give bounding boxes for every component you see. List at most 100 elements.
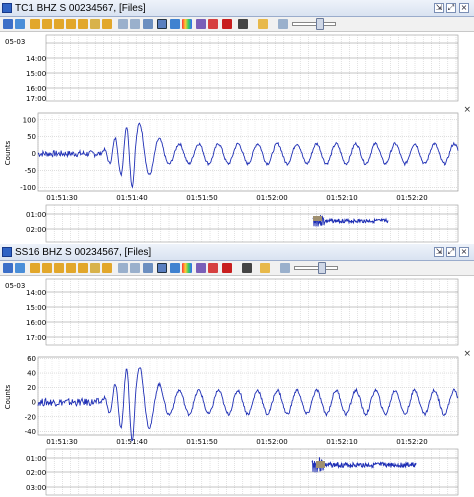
- panel-title: TC1 BHZ S 00234567, [Files]: [15, 3, 146, 14]
- y-tick-label: -50: [25, 167, 36, 175]
- fast-forward-icon[interactable]: [78, 263, 88, 273]
- forward-icon[interactable]: [66, 19, 76, 29]
- helicorder-time: 15:00: [26, 70, 46, 78]
- settings-icon[interactable]: [278, 19, 288, 29]
- forward-icon[interactable]: [66, 263, 76, 273]
- x-tick-label: 01:51:30: [46, 438, 77, 446]
- settings-icon[interactable]: [280, 263, 290, 273]
- color-icon[interactable]: [208, 19, 218, 29]
- refresh-icon[interactable]: [15, 19, 25, 29]
- hourglass-icon[interactable]: [90, 263, 100, 273]
- selection-marker[interactable]: [313, 216, 322, 221]
- hourglass-icon[interactable]: [90, 19, 100, 29]
- refresh-icon[interactable]: [15, 263, 25, 273]
- export-icon[interactable]: [3, 19, 13, 29]
- spectrum-icon[interactable]: [170, 263, 180, 273]
- seismogram-panel-2: SS16 BHZ S 00234567, [Files] ⇲ ⤢ × 05-03…: [0, 244, 474, 497]
- overview-time: 03:00: [26, 484, 46, 492]
- export-icon[interactable]: [3, 263, 13, 273]
- tag-icon[interactable]: [260, 263, 270, 273]
- x-tick-label: 01:51:50: [186, 438, 217, 446]
- x-tick-label: 01:52:00: [256, 194, 287, 202]
- helicorder-time: 15:00: [26, 304, 46, 312]
- y-tick-label: -40: [25, 428, 36, 436]
- helicorder-time: 16:00: [26, 85, 46, 93]
- trace-plot: × 100 50 0 -50 -100 01:51:30 01:51:40 01:51:50…: [0, 103, 474, 203]
- seismogram-panel-1: TC1 BHZ S 00234567, [Files] ⇲ ⤢ × 05-03 …: [0, 0, 474, 244]
- overview-time: 01:00: [26, 211, 46, 219]
- y-tick-label: 100: [23, 116, 36, 124]
- spectrogram-icon[interactable]: [182, 263, 192, 273]
- spectrum-icon[interactable]: [170, 19, 180, 29]
- tag-icon[interactable]: [258, 19, 268, 29]
- helicorder-time: 14:00: [26, 289, 46, 297]
- y-tick-label: 0: [32, 399, 36, 407]
- rewind-icon[interactable]: [42, 19, 52, 29]
- close-trace-icon[interactable]: ×: [463, 349, 471, 359]
- dock-button[interactable]: ⇲: [434, 3, 444, 13]
- gain-slider[interactable]: [294, 266, 338, 270]
- helicorder-time: 17:00: [26, 334, 46, 342]
- fast-forward-icon[interactable]: [78, 19, 88, 29]
- overview-plot: 01:00 02:00: [0, 203, 474, 244]
- pick-icon[interactable]: [242, 263, 252, 273]
- y-tick-label: -100: [20, 184, 36, 192]
- helicorder-plot: 05-03 14:00 15:00 16:00 17:00: [0, 33, 474, 103]
- last-icon[interactable]: [102, 19, 112, 29]
- x-tick-label: 01:52:20: [396, 438, 427, 446]
- helicorder-time: 16:00: [26, 319, 46, 327]
- first-icon[interactable]: [30, 19, 40, 29]
- close-button[interactable]: ×: [459, 3, 469, 13]
- color-icon[interactable]: [208, 263, 218, 273]
- window-icon: [2, 3, 12, 13]
- overview-plot: 01:00 02:00 03:00: [0, 447, 474, 497]
- selection-marker[interactable]: [316, 461, 325, 468]
- last-icon[interactable]: [102, 263, 112, 273]
- filter-icon[interactable]: [196, 263, 206, 273]
- x-tick-label: 01:51:40: [116, 194, 147, 202]
- x-axis: 01:51:30 01:51:40 01:51:50 01:52:00 01:52:10…: [46, 194, 427, 202]
- overview-time: 02:00: [26, 469, 46, 477]
- gain-slider-thumb[interactable]: [316, 18, 324, 30]
- zoom-in-icon[interactable]: [118, 263, 128, 273]
- panel-titlebar: SS16 BHZ S 00234567, [Files] ⇲ ⤢ ×: [0, 244, 474, 261]
- fit-icon[interactable]: [157, 263, 167, 273]
- zoom-in-icon[interactable]: [118, 19, 128, 29]
- zoom-box-icon[interactable]: [143, 263, 153, 273]
- helicorder-plot: 05-03 14:00 15:00 16:00 17:00: [0, 277, 474, 347]
- gain-slider-thumb[interactable]: [318, 262, 326, 274]
- y-axis-label: Counts: [4, 140, 12, 165]
- helicorder-frame: [45, 34, 459, 102]
- y-tick-label: -20: [25, 413, 36, 421]
- spectrogram-icon[interactable]: [182, 19, 192, 29]
- trace-plot: × 60 40 20 0 -20 -40 01:51:30 01:51:40 01:51:50…: [0, 347, 474, 447]
- delete-icon[interactable]: [222, 263, 232, 273]
- helicorder-frame: [45, 278, 459, 346]
- delete-icon[interactable]: [222, 19, 232, 29]
- pick-icon[interactable]: [238, 19, 248, 29]
- y-axis: 100 50 0 -50 -100: [20, 116, 36, 192]
- gain-slider[interactable]: [292, 22, 336, 26]
- x-axis: 01:51:30 01:51:40 01:51:50 01:52:00 01:52:10…: [46, 438, 427, 446]
- fit-icon[interactable]: [157, 19, 167, 29]
- helicorder-time: 14:00: [26, 55, 46, 63]
- back-icon[interactable]: [54, 263, 64, 273]
- back-icon[interactable]: [54, 19, 64, 29]
- x-tick-label: 01:51:30: [46, 194, 77, 202]
- helicorder-time: 17:00: [26, 95, 46, 103]
- dock-button[interactable]: ⇲: [434, 247, 444, 257]
- zoom-out-icon[interactable]: [130, 263, 140, 273]
- rewind-icon[interactable]: [42, 263, 52, 273]
- y-tick-label: 60: [27, 355, 36, 363]
- close-button[interactable]: ×: [459, 247, 469, 257]
- maximize-button[interactable]: ⤢: [446, 3, 456, 13]
- first-icon[interactable]: [30, 263, 40, 273]
- zoom-out-icon[interactable]: [130, 19, 140, 29]
- close-trace-icon[interactable]: ×: [463, 105, 471, 115]
- filter-icon[interactable]: [196, 19, 206, 29]
- zoom-box-icon[interactable]: [143, 19, 153, 29]
- maximize-button[interactable]: ⤢: [446, 247, 456, 257]
- x-tick-label: 01:51:50: [186, 194, 217, 202]
- y-tick-label: 40: [27, 370, 36, 378]
- x-tick-label: 01:52:20: [396, 194, 427, 202]
